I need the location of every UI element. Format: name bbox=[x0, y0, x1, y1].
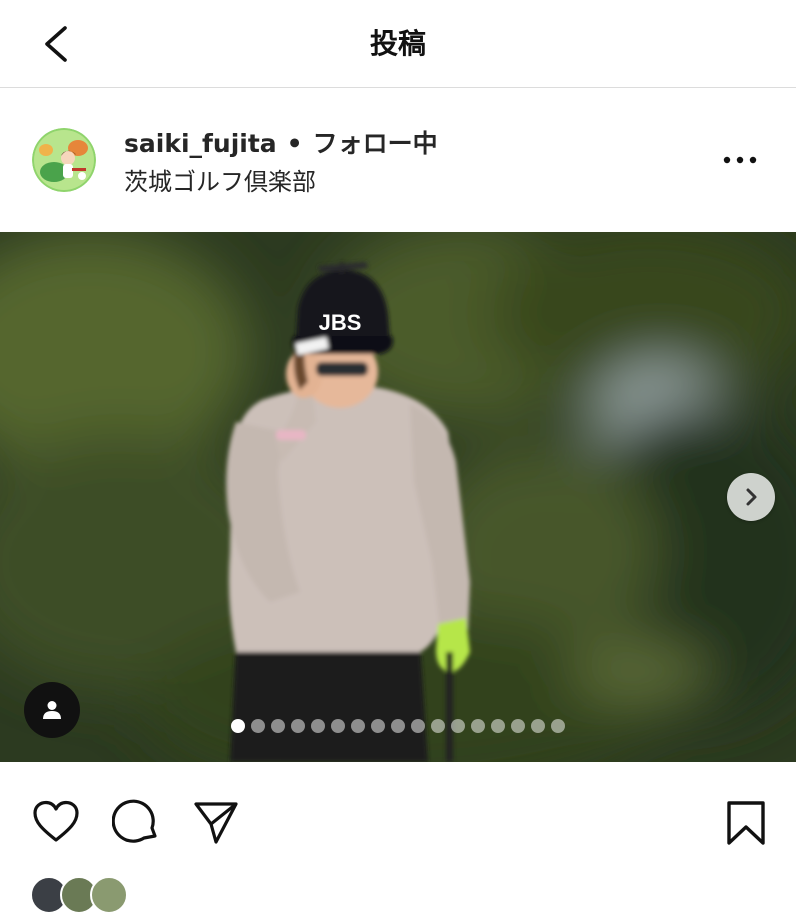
carousel-dot[interactable] bbox=[511, 719, 525, 733]
page-title: 投稿 bbox=[369, 27, 426, 60]
carousel-indicator bbox=[231, 719, 565, 733]
action-bar bbox=[0, 762, 796, 886]
share-button[interactable] bbox=[192, 798, 240, 850]
carousel-dot[interactable] bbox=[331, 719, 345, 733]
carousel-dot[interactable] bbox=[491, 719, 505, 733]
save-button[interactable] bbox=[726, 800, 766, 850]
username[interactable]: saiki_fujita bbox=[124, 129, 277, 158]
cap-logo-text: JBS bbox=[319, 310, 362, 335]
bookmark-icon bbox=[727, 801, 765, 845]
carousel-dot[interactable] bbox=[351, 719, 365, 733]
carousel-dot[interactable] bbox=[411, 719, 425, 733]
user-tag-icon bbox=[43, 701, 61, 719]
carousel-dot[interactable] bbox=[451, 719, 465, 733]
carousel-dot[interactable] bbox=[551, 719, 565, 733]
comment-icon bbox=[111, 799, 157, 843]
liker-avatar bbox=[90, 876, 128, 914]
carousel-dot[interactable] bbox=[471, 719, 485, 733]
more-horizontal-icon bbox=[723, 156, 757, 164]
like-button[interactable] bbox=[32, 800, 80, 848]
chevron-right-icon bbox=[746, 488, 757, 506]
carousel-dot[interactable] bbox=[431, 719, 445, 733]
heart-icon bbox=[33, 800, 79, 842]
avatar[interactable] bbox=[32, 128, 96, 192]
carousel-dot[interactable] bbox=[311, 719, 325, 733]
carousel-dot[interactable] bbox=[391, 719, 405, 733]
carousel-dot[interactable] bbox=[371, 719, 385, 733]
comment-button[interactable] bbox=[111, 798, 160, 850]
carousel-dot[interactable] bbox=[291, 719, 305, 733]
carousel-dot[interactable] bbox=[251, 719, 265, 733]
post-header: saiki_fujita • フォロー中 茨城ゴルフ倶楽部 bbox=[0, 88, 796, 232]
post-photo[interactable]: JBS bbox=[0, 232, 796, 762]
follow-status-button[interactable]: フォロー中 bbox=[313, 129, 438, 158]
separator-dot: • bbox=[286, 129, 303, 158]
carousel-dot[interactable] bbox=[531, 719, 545, 733]
liked-by-avatars[interactable] bbox=[30, 876, 140, 914]
share-icon bbox=[194, 802, 238, 844]
next-slide-button[interactable] bbox=[727, 473, 775, 521]
location-link[interactable]: 茨城ゴルフ倶楽部 bbox=[124, 166, 316, 198]
golfer-photo: JBS bbox=[0, 232, 796, 762]
tagged-users-button[interactable] bbox=[24, 682, 80, 738]
username-line: saiki_fujita • フォロー中 bbox=[124, 128, 438, 160]
top-bar: 投稿 bbox=[0, 0, 796, 88]
carousel-dot-active[interactable] bbox=[231, 719, 245, 733]
carousel-dot[interactable] bbox=[271, 719, 285, 733]
more-options-button[interactable] bbox=[720, 150, 760, 170]
